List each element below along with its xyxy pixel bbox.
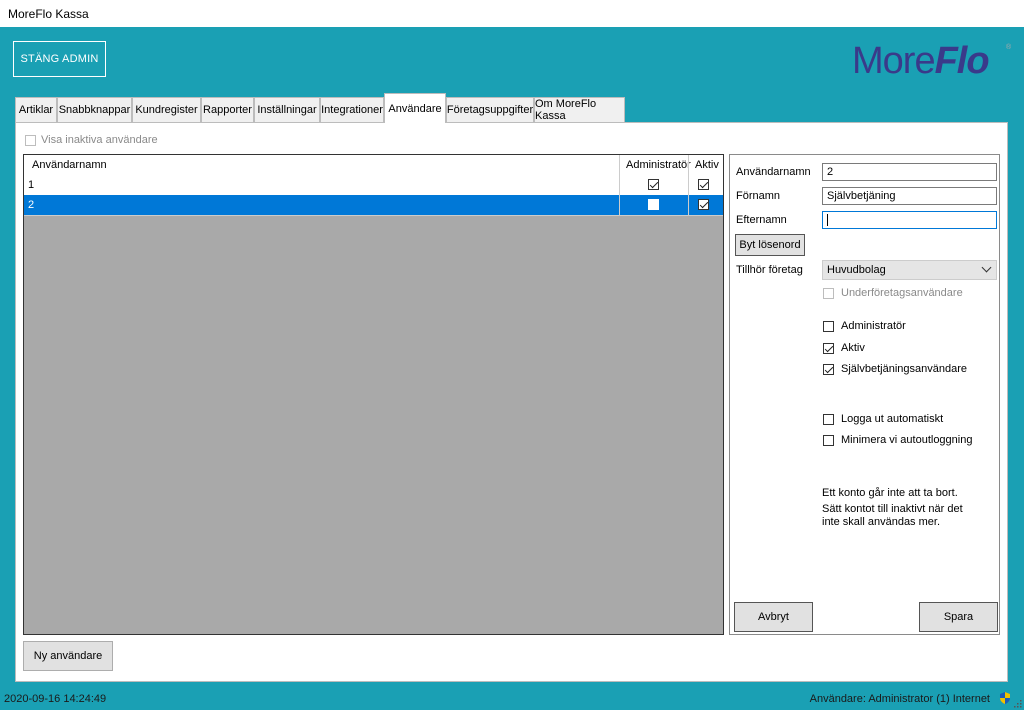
minimize-label: Minimera vi autoutloggning	[841, 434, 973, 446]
users-grid: Användarnamn Administratör Aktiv 1 2	[23, 154, 724, 635]
note-line-1: Ett konto går inte att ta bort.	[822, 487, 958, 499]
text-caret	[827, 214, 828, 227]
auto-logout-checkbox[interactable]	[823, 414, 834, 425]
lastname-field[interactable]	[822, 211, 997, 229]
username-field[interactable]: 2	[822, 163, 997, 181]
firstname-field[interactable]: Självbetjäning	[822, 187, 997, 205]
grid-divider	[688, 155, 689, 215]
company-select[interactable]: Huvudbolag	[822, 260, 997, 280]
network-shield-icon[interactable]	[998, 691, 1012, 705]
window-title: MoreFlo Kassa	[8, 7, 89, 21]
change-password-button[interactable]: Byt lösenord	[735, 234, 805, 256]
company-value: Huvudbolag	[827, 264, 886, 276]
row-active-checkbox[interactable]	[698, 199, 709, 210]
logo-more: More	[852, 40, 936, 82]
selfservice-label: Självbetjäningsanvändare	[841, 363, 967, 375]
admin-label: Administratör	[841, 320, 906, 332]
lastname-label: Efternamn	[736, 214, 787, 226]
row-username: 1	[28, 179, 35, 191]
row-admin-checkbox[interactable]	[648, 199, 659, 210]
chevron-down-icon	[981, 262, 992, 273]
tab-installningar[interactable]: Inställningar	[254, 97, 320, 122]
auto-logout-label: Logga ut automatiskt	[841, 413, 944, 425]
note-line-2: Sätt kontot till inaktivt när det	[822, 503, 963, 515]
row-username: 2	[28, 199, 35, 211]
selfservice-checkbox[interactable]	[823, 364, 834, 375]
tab-artiklar[interactable]: Artiklar	[15, 97, 57, 122]
status-user: Användare: Administrator (1) Internet	[809, 693, 990, 705]
row-admin-checkbox[interactable]	[648, 179, 659, 190]
firstname-label: Förnamn	[736, 190, 781, 202]
grid-divider	[619, 155, 620, 215]
col-admin[interactable]: Administratör	[626, 155, 691, 175]
moreflo-logo: MoreFlo ®	[852, 40, 1011, 83]
logo-registered: ®	[1006, 44, 1011, 51]
col-username[interactable]: Användarnamn	[32, 155, 107, 175]
save-button[interactable]: Spara	[919, 602, 998, 632]
tab-rapporter[interactable]: Rapporter	[201, 97, 254, 122]
new-user-button[interactable]: Ny användare	[23, 641, 113, 671]
company-label: Tillhör företag	[736, 264, 803, 276]
show-inactive-label: Visa inaktiva användare	[41, 134, 158, 146]
active-label: Aktiv	[841, 342, 865, 354]
logo-flo: Flo	[934, 40, 990, 82]
close-admin-button[interactable]: STÄNG ADMIN	[13, 41, 106, 77]
resize-grip-icon[interactable]	[1014, 700, 1022, 708]
tab-foretagsuppgifter[interactable]: Företagsuppgifter	[446, 97, 534, 122]
tab-om-moreflo[interactable]: Om MoreFlo Kassa	[534, 97, 625, 122]
tab-integrationer[interactable]: Integrationer	[320, 97, 384, 122]
cancel-button[interactable]: Avbryt	[734, 602, 813, 632]
row-active-checkbox[interactable]	[698, 179, 709, 190]
sub-company-user-label: Underföretagsanvändare	[841, 287, 963, 299]
tab-snabbknappar[interactable]: Snabbknappar	[57, 97, 132, 122]
status-bar: 2020-09-16 14:24:49 Användare: Administr…	[0, 686, 1024, 710]
status-datetime: 2020-09-16 14:24:49	[4, 693, 107, 705]
admin-checkbox[interactable]	[823, 321, 834, 332]
title-bar: MoreFlo Kassa	[0, 0, 1024, 27]
note-line-3: inte skall användas mer.	[822, 516, 941, 528]
show-inactive-checkbox[interactable]	[25, 135, 36, 146]
username-label: Användarnamn	[736, 166, 811, 178]
col-active[interactable]: Aktiv	[695, 155, 719, 175]
tab-kundregister[interactable]: Kundregister	[132, 97, 201, 122]
minimize-checkbox[interactable]	[823, 435, 834, 446]
active-checkbox[interactable]	[823, 343, 834, 354]
tab-anvandare[interactable]: Användare	[384, 93, 446, 123]
sub-company-user-checkbox[interactable]	[823, 288, 834, 299]
